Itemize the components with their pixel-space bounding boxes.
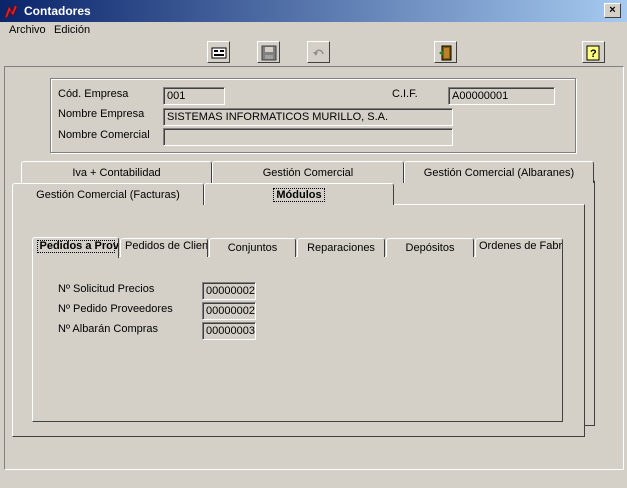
solicitud-precios-label: Nº Solicitud Precios bbox=[58, 283, 155, 295]
form-view-button[interactable] bbox=[207, 41, 230, 63]
nombre-comercial-label: Nombre Comercial bbox=[58, 129, 150, 141]
nombre-empresa-label: Nombre Empresa bbox=[58, 108, 145, 120]
tab-gestion-comercial[interactable]: Gestión Comercial bbox=[212, 161, 404, 183]
undo-button[interactable] bbox=[307, 41, 330, 63]
cif-label: C.I.F. bbox=[392, 88, 418, 100]
subtab-pedidos-clientes[interactable]: Pedidos de Clientes bbox=[120, 238, 208, 257]
window-title: Contadores bbox=[24, 4, 91, 18]
tab-gestion-comercial-facturas[interactable]: Gestión Comercial (Facturas) bbox=[12, 183, 204, 205]
subtab-reparaciones[interactable]: Reparaciones bbox=[297, 238, 385, 257]
title-bar: Contadores × bbox=[0, 0, 627, 22]
pedido-proveedores-field[interactable]: 00000002 bbox=[202, 302, 256, 320]
subtab-depositos[interactable]: Depósitos bbox=[386, 238, 474, 257]
save-button[interactable] bbox=[257, 41, 280, 63]
tab-modulos[interactable]: Módulos bbox=[204, 183, 394, 205]
pedido-proveedores-label: Nº Pedido Proveedores bbox=[58, 303, 173, 315]
albaran-compras-label: Nº Albarán Compras bbox=[58, 323, 159, 335]
subtab-conjuntos[interactable]: Conjuntos bbox=[209, 238, 296, 257]
undo-icon bbox=[313, 49, 324, 56]
tab-iva-contabilidad[interactable]: Iva + Contabilidad bbox=[21, 161, 212, 183]
save-icon bbox=[261, 45, 277, 61]
menu-edicion[interactable]: Edición bbox=[54, 24, 90, 36]
albaran-compras-field[interactable]: 00000003 bbox=[202, 322, 256, 340]
app-icon bbox=[4, 4, 18, 19]
close-icon: × bbox=[609, 4, 616, 16]
svg-text:?: ? bbox=[590, 48, 597, 60]
cod-empresa-label: Cód. Empresa bbox=[58, 88, 129, 100]
help-icon: ? bbox=[586, 45, 600, 61]
menu-archivo[interactable]: Archivo bbox=[9, 24, 46, 36]
subtab-pedidos-proveedores[interactable]: Pedidos a Proveedores bbox=[32, 237, 119, 258]
nombre-empresa-field[interactable]: SISTEMAS INFORMATICOS MURILLO, S.A. bbox=[163, 108, 453, 126]
close-button[interactable]: × bbox=[604, 3, 621, 18]
form-view-icon bbox=[211, 47, 227, 59]
subtab-ordenes-fabricacion[interactable]: Ordenes de Fabricación bbox=[475, 238, 563, 257]
pedidos-proveedores-page bbox=[32, 256, 563, 422]
nombre-comercial-field[interactable] bbox=[163, 128, 453, 146]
cif-field[interactable]: A00000001 bbox=[448, 87, 555, 105]
exit-door-icon bbox=[439, 45, 452, 61]
cod-empresa-field[interactable]: 001 bbox=[163, 87, 225, 105]
exit-button[interactable] bbox=[434, 41, 457, 63]
help-button[interactable]: ? bbox=[582, 41, 605, 63]
tab-gestion-comercial-albaranes[interactable]: Gestión Comercial (Albaranes) bbox=[404, 161, 594, 183]
solicitud-precios-field[interactable]: 00000002 bbox=[202, 282, 256, 300]
